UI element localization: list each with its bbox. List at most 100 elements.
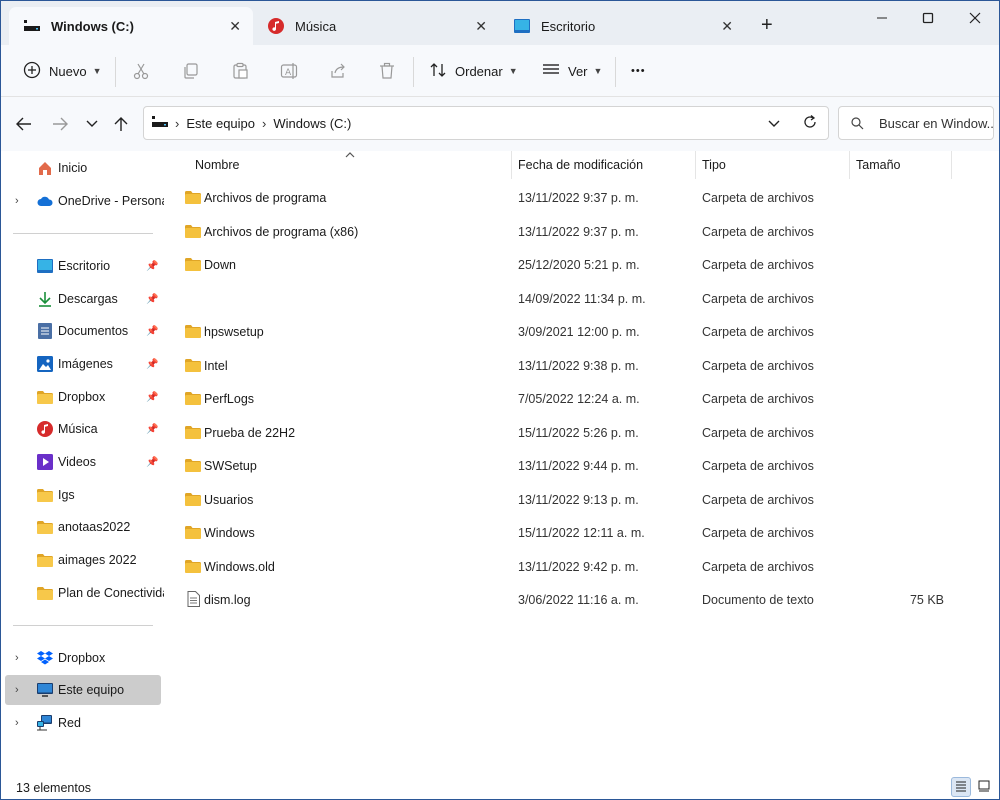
pin-icon[interactable]: 📌 <box>146 424 158 435</box>
table-row[interactable]: Windows.old 13/11/2022 9:42 p. m. Carpeta … <box>164 551 999 584</box>
folder-icon <box>37 519 53 535</box>
up-arrow-icon[interactable] <box>111 114 131 134</box>
new-button[interactable]: Nuevo ▼ <box>23 57 102 85</box>
pin-icon[interactable]: 📌 <box>146 457 158 468</box>
sidebar-item-onedrive[interactable]: › OneDrive - Persona <box>1 186 164 216</box>
table-row[interactable]: Down 25/12/2020 5:21 p. m. Carpeta de arch… <box>164 249 999 282</box>
delete-icon[interactable] <box>376 60 398 82</box>
sort-ascending-icon <box>345 150 355 160</box>
column-header-type[interactable]: Tipo <box>702 151 726 179</box>
back-arrow-icon[interactable] <box>14 114 34 134</box>
tab-escritorio[interactable]: Escritorio ✕ <box>499 7 745 45</box>
table-row[interactable]: 14/09/2022 11:34 p. m. Carpeta de archivo… <box>164 283 999 316</box>
pin-icon[interactable]: 📌 <box>146 294 158 305</box>
close-window-button[interactable] <box>952 7 998 29</box>
column-divider[interactable] <box>849 151 850 179</box>
sidebar-item-label: Escritorio <box>58 259 111 273</box>
table-row[interactable]: Archivos de programa (x86) 13/11/2022 9:3… <box>164 216 999 249</box>
sidebar-item-aimages-2022[interactable]: aimages 2022 <box>1 545 164 575</box>
address-bar[interactable]: › Este equipo › Windows (C:) <box>143 106 829 140</box>
paste-icon[interactable] <box>229 60 251 82</box>
file-type: Carpeta de archivos <box>702 459 814 473</box>
file-date: 14/09/2022 11:34 p. m. <box>518 291 646 306</box>
table-row[interactable]: SWSetup 13/11/2022 9:44 p. m. Carpeta de a… <box>164 450 999 483</box>
column-header-name[interactable]: Nombre <box>195 151 239 179</box>
sidebar-item-red[interactable]: › Red <box>1 708 164 738</box>
sidebar-item-label: aimages 2022 <box>58 553 137 567</box>
address-dropdown-icon[interactable] <box>768 116 780 131</box>
file-type: Carpeta de archivos <box>702 425 814 440</box>
recent-chevron-icon[interactable] <box>82 114 102 134</box>
file-name: SWSetup <box>204 459 257 473</box>
file-type: Carpeta de archivos <box>702 224 814 239</box>
chevron-right-icon[interactable]: › <box>15 717 19 729</box>
pin-icon[interactable]: 📌 <box>146 261 158 272</box>
chevron-right-icon[interactable]: › <box>15 652 19 664</box>
sidebar-item-label: Descargas <box>58 292 118 306</box>
tab-windows-c[interactable]: Windows (C:) ✕ <box>9 7 253 45</box>
folder-icon <box>37 585 53 601</box>
cloud-icon <box>37 193 53 209</box>
share-icon[interactable] <box>327 60 349 82</box>
sidebar-item-videos[interactable]: Videos 📌 <box>1 447 164 477</box>
pin-icon[interactable]: 📌 <box>146 326 158 337</box>
chevron-right-icon[interactable]: › <box>15 195 19 207</box>
chevron-right-icon[interactable]: › <box>15 684 19 696</box>
sidebar-item-documentos[interactable]: Documentos 📌 <box>1 316 164 346</box>
pin-icon[interactable]: 📌 <box>146 359 158 370</box>
sidebar-item-musica[interactable]: Música 📌 <box>1 414 164 444</box>
maximize-button[interactable] <box>905 7 951 29</box>
sidebar-item-label: OneDrive - Persona <box>58 194 164 208</box>
view-button[interactable]: Ver ▼ <box>542 57 602 85</box>
file-date: 3/06/2022 11:16 a. m. <box>518 593 639 607</box>
forward-arrow-icon[interactable] <box>50 114 70 134</box>
table-row[interactable]: Usuarios 13/11/2022 9:13 p. m. Carpeta de … <box>164 484 999 517</box>
column-header-size[interactable]: Tamaño <box>856 151 900 179</box>
videos-icon <box>37 454 53 470</box>
column-divider[interactable] <box>951 151 952 179</box>
table-row[interactable]: Intel 13/11/2022 9:38 p. m. Carpeta de arc… <box>164 350 999 383</box>
table-row[interactable]: Archivos de programa 13/11/2022 9:37 p. m… <box>164 182 999 215</box>
minimize-button[interactable] <box>859 7 905 29</box>
column-divider[interactable] <box>511 151 512 179</box>
table-row[interactable]: PerfLogs 7/05/2022 12:24 a. m. Carpeta de … <box>164 383 999 416</box>
sidebar-item-escritorio[interactable]: Escritorio 📌 <box>1 251 164 281</box>
more-options-button[interactable]: ••• <box>631 57 646 85</box>
sidebar-item-este-equipo[interactable]: › Este equipo <box>5 675 161 705</box>
sort-button[interactable]: Ordenar ▼ <box>429 57 518 85</box>
close-icon[interactable]: ✕ <box>721 18 733 35</box>
sidebar-item-dropbox[interactable]: › Dropbox <box>1 643 164 673</box>
rename-icon[interactable]: A <box>278 60 300 82</box>
sidebar-item-label: Dropbox <box>58 651 106 665</box>
sidebar-item-label: Música <box>58 422 98 436</box>
desktop-icon <box>513 19 531 33</box>
sidebar-item-inicio[interactable]: Inicio <box>1 153 164 183</box>
sidebar-item-igs[interactable]: Igs <box>1 480 164 510</box>
sidebar-item-dropbox-folder[interactable]: Dropbox 📌 <box>1 382 164 412</box>
table-row[interactable]: dism.log 3/06/2022 11:16 a. m. Documento d… <box>164 584 999 617</box>
sidebar-item-anotaas2022[interactable]: anotaas2022 <box>1 512 164 542</box>
column-divider[interactable] <box>695 151 696 179</box>
file-list: Nombre Fecha de modificación Tipo Tamaño… <box>164 151 999 773</box>
table-row[interactable]: hpswsetup 3/09/2021 12:00 p. m. Carpeta de… <box>164 316 999 349</box>
breadcrumb-windows-c[interactable]: Windows (C:) <box>273 116 351 131</box>
cut-icon[interactable] <box>130 60 152 82</box>
large-icons-view-button[interactable] <box>974 777 994 797</box>
close-icon[interactable]: ✕ <box>475 18 487 35</box>
table-row[interactable]: Prueba de 22H2 15/11/2022 5:26 p. m. Carpe… <box>164 417 999 450</box>
refresh-icon[interactable] <box>802 114 818 133</box>
sidebar-item-plan-de-conectividad[interactable]: Plan de Conectividad <box>1 578 164 608</box>
column-header-date[interactable]: Fecha de modificación <box>518 151 643 179</box>
sidebar-item-descargas[interactable]: Descargas 📌 <box>1 284 164 314</box>
sidebar-item-imagenes[interactable]: Imágenes 📌 <box>1 349 164 379</box>
copy-icon[interactable] <box>180 60 202 82</box>
pin-icon[interactable]: 📌 <box>146 392 158 403</box>
details-view-button[interactable] <box>951 777 971 797</box>
command-bar: Nuevo ▼ A Ordenar ▼ Ver ▼ ••• <box>1 45 999 97</box>
new-tab-button[interactable]: + <box>761 15 773 35</box>
search-input[interactable]: Buscar en Window... <box>838 106 994 140</box>
tab-musica[interactable]: Música ✕ <box>253 7 499 45</box>
close-icon[interactable]: ✕ <box>229 18 241 35</box>
table-row[interactable]: Windows 15/11/2022 12:11 a. m. Carpeta de … <box>164 517 999 550</box>
breadcrumb-este-equipo[interactable]: Este equipo <box>186 116 255 131</box>
